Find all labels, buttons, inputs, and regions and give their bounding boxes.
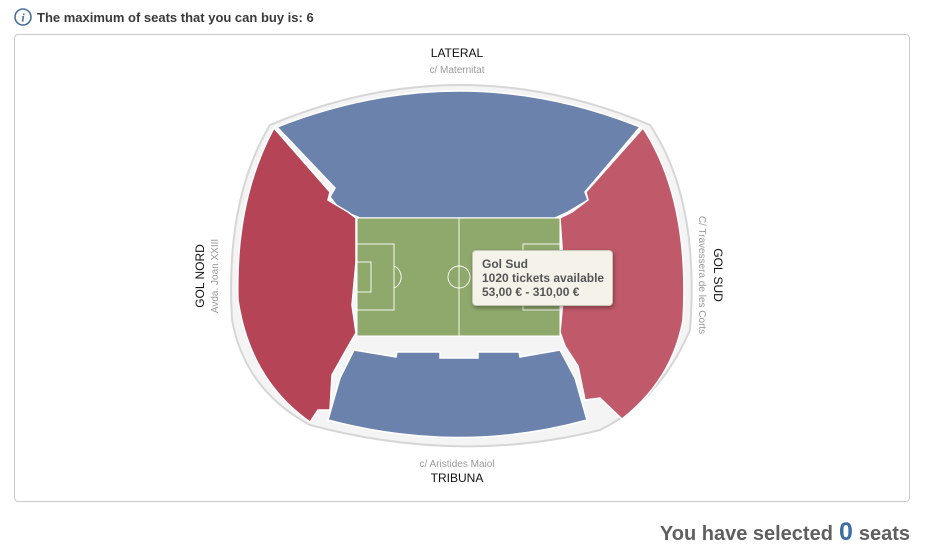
tooltip-section-name: Gol Sud	[482, 257, 528, 271]
label-tribuna: TRIBUNA	[431, 471, 484, 485]
selected-prefix: You have selected	[659, 523, 833, 545]
section-tribuna[interactable]	[327, 349, 588, 439]
tooltip-availability: 1020 tickets available	[482, 271, 605, 285]
street-gol-nord: Avda. Joan XXIII	[210, 239, 221, 313]
selected-suffix: seats	[858, 523, 910, 545]
label-gol-sud: GOL SUD	[711, 248, 725, 302]
street-tribuna: c/ Aristides Maiol	[419, 459, 494, 470]
street-gol-sud: C/ Travessera de les Corts	[696, 216, 707, 334]
stadium-map: LATERAL c/ Maternitat c/ Aristides Maiol…	[193, 46, 725, 485]
selected-count: 0	[838, 518, 853, 546]
section-tooltip: Gol Sud 1020 tickets available 53,00 € -…	[472, 250, 613, 306]
label-gol-nord: GOL NORD	[193, 244, 207, 308]
selected-seats-summary: You have selected 0 seats	[660, 518, 910, 550]
label-lateral: LATERAL	[431, 46, 484, 60]
section-lateral[interactable]	[275, 90, 642, 219]
street-lateral: c/ Maternitat	[429, 65, 484, 76]
tooltip-price-range: 53,00 € - 310,00 €	[482, 285, 580, 299]
